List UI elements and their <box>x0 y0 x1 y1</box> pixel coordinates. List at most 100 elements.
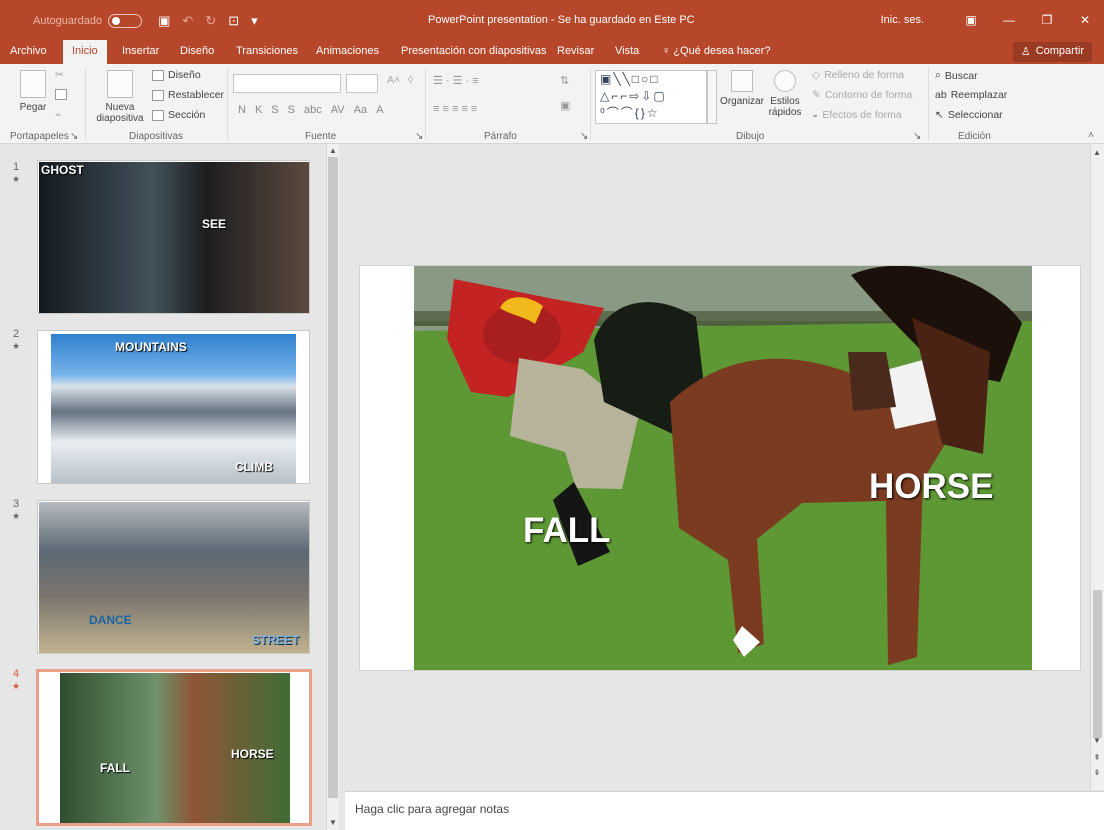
tab-animaciones[interactable]: Animaciones <box>316 45 379 57</box>
clipboard-launcher-icon[interactable]: ↘ <box>70 131 78 142</box>
arrange-button[interactable]: Organizar <box>718 70 766 107</box>
font-launcher-icon[interactable]: ↘ <box>415 131 423 142</box>
animation-star-icon: ★ <box>11 174 21 184</box>
quick-styles-label: Estilos <box>770 96 800 107</box>
restore-icon[interactable]: ❐ <box>1028 13 1066 27</box>
slide-2-label-mountains: MOUNTAINS <box>115 340 187 354</box>
align-text-icon[interactable]: ▣ <box>560 99 570 112</box>
brush-icon: ⌁ <box>55 109 62 121</box>
format-painter-button[interactable]: ⌁ <box>55 109 61 121</box>
tab-revisar[interactable]: Revisar <box>557 45 594 57</box>
close-icon[interactable]: ✕ <box>1066 13 1104 27</box>
layout-icon <box>152 69 164 81</box>
clear-format-icon[interactable]: ◊ <box>408 74 413 86</box>
title-bar: Autoguardado ▣ ↶ ↻ ⊡ ▾ PowerPoint presen… <box>0 0 1104 40</box>
font-name-input[interactable] <box>233 74 341 93</box>
font-size-input[interactable] <box>346 74 378 93</box>
shape-outline-button[interactable]: ✎ Contorno de forma <box>812 89 912 101</box>
editor-scrollbar[interactable]: ▲ ▼ ⇞ ⇟ <box>1090 144 1104 790</box>
autosave-toggle[interactable] <box>108 14 143 28</box>
shape-row-2: △⌐⌐⇨⇩▢ <box>600 89 667 103</box>
current-slide[interactable]: FALL HORSE <box>359 265 1081 671</box>
shape-fill-button[interactable]: ◇ Relleno de forma <box>812 69 904 81</box>
tab-diseno[interactable]: Diseño <box>180 45 214 57</box>
italic-icon[interactable]: K <box>255 104 262 116</box>
editor-scroll-up-icon[interactable]: ▲ <box>1092 148 1102 158</box>
tab-presentacion[interactable]: Presentación con diapositivas <box>401 45 547 57</box>
customize-toolbar-icon[interactable]: ▾ <box>251 13 258 29</box>
slide-thumbnail-2[interactable]: MOUNTAINS CLIMB <box>37 330 310 484</box>
editor-scroll-down-icon[interactable]: ▼ <box>1092 736 1102 746</box>
collapse-ribbon-icon[interactable]: ˄ <box>1088 130 1094 141</box>
slide-4-label-fall: FALL <box>100 761 130 775</box>
bold-icon[interactable]: N <box>238 104 246 116</box>
divider <box>590 68 591 140</box>
group-editing: Edición <box>958 131 991 142</box>
section-button[interactable]: Sección <box>152 109 205 121</box>
editor-scroll-thumb[interactable] <box>1093 590 1102 738</box>
ribbon-display-icon[interactable]: ▣ <box>952 13 990 27</box>
slide-thumbnail-1[interactable]: GHOST SEE <box>37 160 310 314</box>
grow-font-icon[interactable]: A˄ <box>387 74 400 86</box>
select-label: Seleccionar <box>947 109 1003 121</box>
section-icon <box>152 109 164 121</box>
redo-icon[interactable]: ↻ <box>205 13 216 29</box>
divider <box>425 68 426 140</box>
cut-button[interactable]: ✂ <box>55 69 64 81</box>
spacing-icon[interactable]: AV <box>331 104 345 116</box>
shadow-icon[interactable]: S <box>288 104 295 116</box>
paragraph-launcher-icon[interactable]: ↘ <box>580 131 588 142</box>
start-slideshow-icon[interactable]: ⊡ <box>228 13 239 29</box>
animation-star-icon: ★ <box>11 511 21 521</box>
slide-thumbnail-4[interactable]: FALL HORSE <box>36 669 312 826</box>
previous-slide-icon[interactable]: ⇞ <box>1092 753 1102 763</box>
tab-inicio[interactable]: Inicio <box>63 40 107 64</box>
case-icon[interactable]: Aa <box>354 104 367 116</box>
new-slide-button[interactable]: Nueva diapositiva <box>92 70 148 124</box>
sign-in-link[interactable]: Inic. ses. <box>881 14 924 26</box>
notes-pane[interactable]: Haga clic para agregar notas <box>345 791 1104 830</box>
underline-icon[interactable]: S <box>271 104 278 116</box>
alignment-icons[interactable]: ≡ ≡ ≡ ≡ ≡ <box>433 103 477 115</box>
next-slide-icon[interactable]: ⇟ <box>1092 768 1102 778</box>
select-button[interactable]: ↖ Seleccionar <box>935 109 1003 121</box>
reset-button[interactable]: Restablecer <box>152 89 224 101</box>
arrange-label: Organizar <box>720 96 764 107</box>
font-color-icon[interactable]: A <box>376 104 383 116</box>
bullets-icon[interactable]: ☰ · ☰ · ≡ <box>433 74 479 87</box>
slide-number-3: 3 ★ <box>8 499 24 522</box>
undo-icon[interactable]: ↶ <box>182 13 193 29</box>
share-button[interactable]: ♙ Compartir <box>1012 42 1092 62</box>
copy-button[interactable] <box>55 89 67 100</box>
group-clipboard: Portapapeles <box>10 131 69 142</box>
scroll-up-icon[interactable]: ▲ <box>328 146 338 156</box>
pen-icon: ✎ <box>812 89 821 101</box>
quick-styles-button[interactable]: Estilos rápidos <box>763 70 807 118</box>
save-icon[interactable]: ▣ <box>158 13 170 29</box>
tab-insertar[interactable]: Insertar <box>122 45 159 57</box>
thumbnail-scroll-thumb[interactable] <box>328 157 338 798</box>
layout-button[interactable]: Diseño <box>152 69 201 81</box>
find-button[interactable]: ⌕ Buscar <box>935 69 978 82</box>
reset-label: Restablecer <box>168 89 225 101</box>
strike-icon[interactable]: abc <box>304 104 322 116</box>
replace-icon: ab <box>935 89 947 101</box>
text-direction-icon[interactable]: ⇅ <box>560 74 569 87</box>
tab-vista[interactable]: Vista <box>615 45 639 57</box>
shape-effects-label: Efectos de forma <box>822 109 902 121</box>
thumbnail-scrollbar[interactable]: ▲ ▼ <box>326 144 339 830</box>
scroll-down-icon[interactable]: ▼ <box>328 818 338 828</box>
replace-button[interactable]: ab Reemplazar <box>935 89 1007 101</box>
shape-gallery[interactable]: ▣╲╲□○□ △⌐⌐⇨⇩▢ ⁰⌒⌒{}☆ <box>595 70 707 124</box>
drawing-launcher-icon[interactable]: ↘ <box>913 131 921 142</box>
tab-archivo[interactable]: Archivo <box>10 45 47 57</box>
shape-gallery-scroll[interactable] <box>707 70 717 124</box>
tell-me-search[interactable]: ♀ ¿Qué desea hacer? <box>662 45 771 57</box>
search-icon: ⌕ <box>935 69 941 81</box>
shape-effects-button[interactable]: ◒ Efectos de forma <box>812 109 902 121</box>
replace-label: Reemplazar <box>950 89 1008 101</box>
paste-button[interactable]: Pegar <box>18 70 48 113</box>
tab-transiciones[interactable]: Transiciones <box>236 45 298 57</box>
slide-thumbnail-3[interactable]: DANCE STREET <box>37 500 310 654</box>
minimize-icon[interactable]: — <box>990 13 1028 27</box>
